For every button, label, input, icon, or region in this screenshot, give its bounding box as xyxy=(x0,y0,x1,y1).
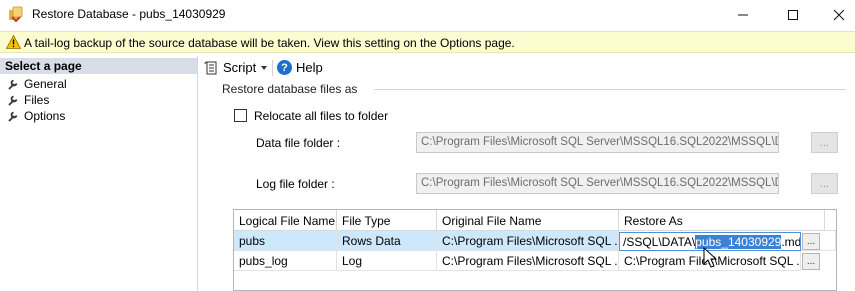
restore-files-group-label: Restore database files as xyxy=(222,82,358,96)
table-row[interactable]: pubs_log Log C:\Program Files\Microsoft … xyxy=(234,251,836,271)
help-button[interactable]: ? Help xyxy=(277,60,323,75)
restore-path-suffix: .mdf xyxy=(781,235,801,249)
wrench-icon xyxy=(8,95,18,106)
close-icon xyxy=(833,9,845,20)
relocate-files-checkbox[interactable] xyxy=(234,109,247,122)
select-page-header: Select a page xyxy=(0,58,197,74)
maximize-button[interactable] xyxy=(770,0,816,29)
restore-as-browse-button[interactable]: ... xyxy=(802,253,820,270)
logical-name-cell: pubs_log xyxy=(234,251,337,271)
table-row[interactable]: pubs Rows Data C:\Program Files\Microsof… xyxy=(234,231,836,251)
log-folder-browse-button: ... xyxy=(811,173,838,194)
mouse-cursor-icon xyxy=(703,247,718,268)
toolbar-separator xyxy=(272,60,273,76)
original-file-cell: C:\Program Files\Microsoft SQL ... xyxy=(437,251,619,271)
script-dropdown-caret-icon[interactable] xyxy=(261,66,267,70)
script-icon xyxy=(204,61,217,74)
script-label: Script xyxy=(223,60,257,75)
sidebar-item-general[interactable]: General xyxy=(7,76,67,91)
window-title: Restore Database - pubs_14030929 xyxy=(32,7,226,21)
column-header-file-type[interactable]: File Type xyxy=(337,210,437,231)
warning-icon xyxy=(6,35,21,49)
group-divider xyxy=(374,89,846,90)
column-header-original-file-name[interactable]: Original File Name xyxy=(437,210,619,231)
original-file-cell: C:\Program Files\Microsoft SQL ... xyxy=(437,231,619,251)
help-label: Help xyxy=(296,60,323,75)
wrench-icon xyxy=(8,111,18,122)
close-button[interactable] xyxy=(816,0,855,29)
data-file-folder-field: C:\Program Files\Microsoft SQL Server\MS… xyxy=(416,132,779,153)
tail-log-warning-banner: A tail-log backup of the source database… xyxy=(0,31,855,53)
data-file-folder-label: Data file folder : xyxy=(256,136,341,150)
data-folder-browse-button: ... xyxy=(811,132,838,153)
column-header-restore-as[interactable]: Restore As xyxy=(619,210,825,231)
column-header-logical-file-name[interactable]: Logical File Name xyxy=(234,210,337,231)
log-file-folder-label: Log file folder : xyxy=(256,177,335,191)
relocate-files-label[interactable]: Relocate all files to folder xyxy=(254,109,388,123)
help-icon: ? xyxy=(277,60,292,75)
minimize-icon xyxy=(738,14,748,15)
title-bar: Restore Database - pubs_14030929 xyxy=(0,0,855,29)
grid-header: Logical File Name File Type Original Fil… xyxy=(234,210,836,231)
toolbar: Script ? Help xyxy=(199,56,855,80)
minimize-button[interactable] xyxy=(720,0,766,29)
sidebar-item-label: General xyxy=(24,76,67,91)
sidebar-item-label: Options xyxy=(24,108,66,123)
page-selector-pane: Select a page General Files Options xyxy=(0,56,198,291)
maximize-icon xyxy=(788,9,798,20)
file-type-cell: Log xyxy=(337,251,437,271)
restore-database-icon xyxy=(9,6,23,22)
restore-files-grid: Logical File Name File Type Original Fil… xyxy=(233,209,837,291)
sidebar-item-options[interactable]: Options xyxy=(7,108,65,123)
restore-path-prefix: /SSQL\DATA\ xyxy=(623,235,696,249)
sidebar-item-label: Files xyxy=(24,92,50,107)
restore-as-browse-button[interactable]: ... xyxy=(802,233,820,250)
sidebar-item-files[interactable]: Files xyxy=(7,92,49,107)
logical-name-cell: pubs xyxy=(234,231,337,251)
banner-text: A tail-log backup of the source database… xyxy=(24,36,515,50)
file-type-cell: Rows Data xyxy=(337,231,437,251)
script-button[interactable]: Script xyxy=(204,60,256,75)
wrench-icon xyxy=(8,79,18,90)
log-file-folder-field: C:\Program Files\Microsoft SQL Server\MS… xyxy=(416,173,779,194)
